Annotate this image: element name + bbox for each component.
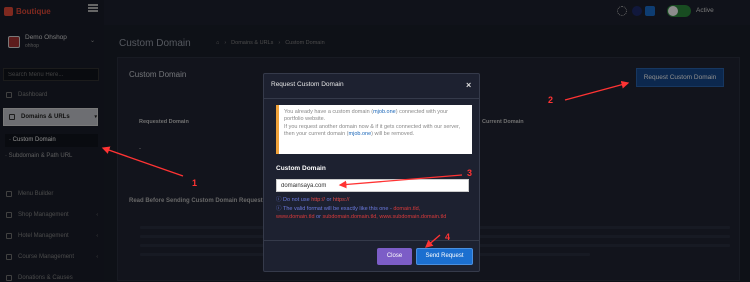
arrow-1 xyxy=(101,146,184,177)
arrow-4 xyxy=(425,234,441,248)
annotation-number: 1 xyxy=(192,178,198,188)
annotation-number: 4 xyxy=(445,232,451,242)
annotation-number: 3 xyxy=(467,168,473,178)
annotation-arrows xyxy=(101,80,630,248)
annotation-number: 2 xyxy=(548,95,554,105)
arrow-3 xyxy=(338,174,463,189)
arrow-2 xyxy=(564,80,630,101)
